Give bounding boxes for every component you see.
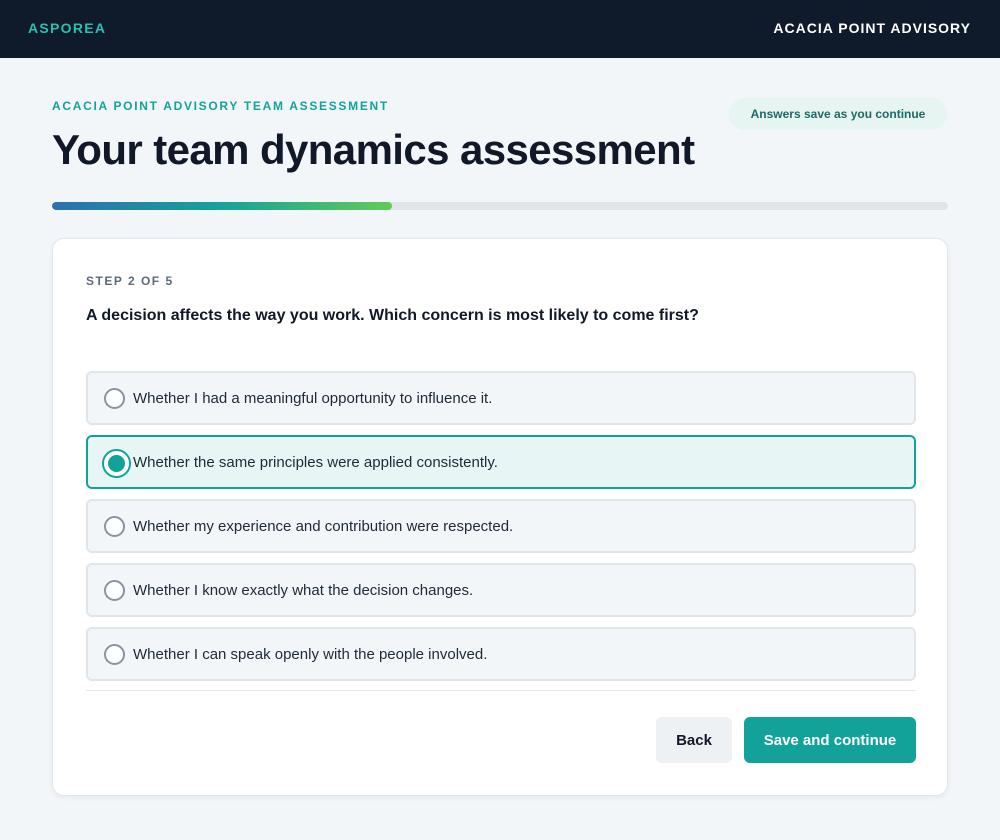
- page-title: Your team dynamics assessment: [52, 126, 695, 173]
- answer-option[interactable]: Whether my experience and contribution w…: [86, 499, 916, 553]
- top-navigation-bar: ASPOREA ACACIA POINT ADVISORY: [0, 0, 1000, 58]
- answer-options: Whether I had a meaningful opportunity t…: [86, 371, 916, 691]
- question-text: A decision affects the way you work. Whi…: [86, 307, 699, 324]
- progress-bar: [52, 202, 948, 210]
- radio-button[interactable]: [104, 516, 125, 537]
- radio-button[interactable]: [104, 580, 125, 601]
- radio-button[interactable]: [104, 644, 125, 665]
- answer-option-label: Whether my experience and contribution w…: [133, 518, 514, 535]
- answer-option[interactable]: Whether the same principles were applied…: [86, 435, 916, 489]
- radio-button[interactable]: [102, 449, 131, 478]
- save-and-continue-button[interactable]: Save and continue: [744, 717, 916, 763]
- assessment-eyebrow: ACACIA POINT ADVISORY TEAM ASSESSMENT: [52, 99, 389, 113]
- actions-divider: [86, 690, 916, 691]
- answer-option-label: Whether I can speak openly with the peop…: [133, 646, 488, 663]
- progress-bar-fill: [52, 202, 393, 210]
- step-indicator: STEP 2 OF 5: [86, 274, 174, 288]
- answer-option-label: Whether I know exactly what the decision…: [133, 582, 474, 599]
- back-button[interactable]: Back: [656, 717, 732, 763]
- answer-option-label: Whether the same principles were applied…: [133, 454, 498, 471]
- brand-logo[interactable]: ASPOREA: [28, 20, 106, 36]
- answer-option[interactable]: Whether I had a meaningful opportunity t…: [86, 371, 916, 425]
- answer-option-label: Whether I had a meaningful opportunity t…: [133, 390, 493, 407]
- question-card: STEP 2 OF 5 A decision affects the way y…: [52, 238, 948, 796]
- answer-option[interactable]: Whether I can speak openly with the peop…: [86, 627, 916, 681]
- organization-name: ACACIA POINT ADVISORY: [773, 20, 971, 36]
- radio-button[interactable]: [104, 388, 125, 409]
- autosave-status-badge: Answers save as you continue: [729, 98, 947, 130]
- answer-option[interactable]: Whether I know exactly what the decision…: [86, 563, 916, 617]
